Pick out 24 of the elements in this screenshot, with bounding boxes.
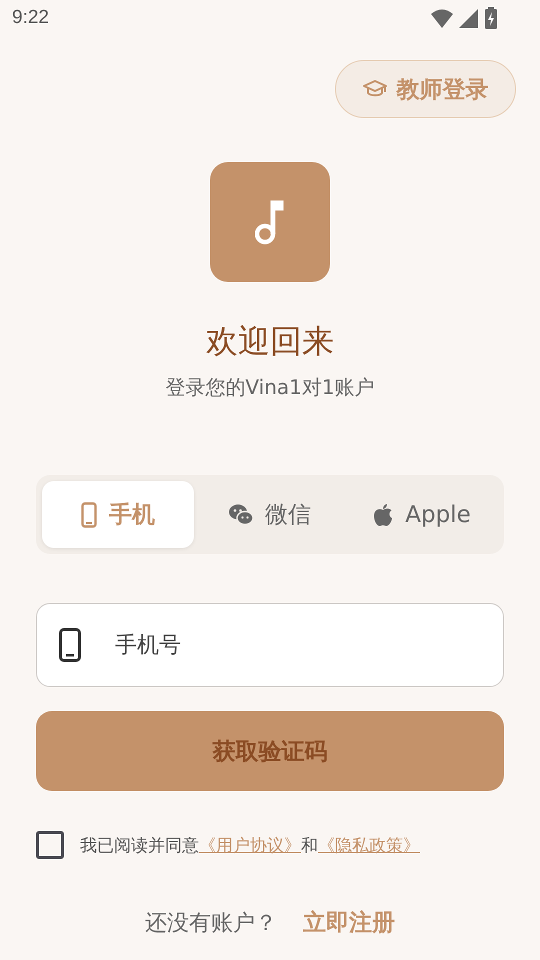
agreement-text: 我已阅读并同意《用户协议》和《隐私政策》 — [80, 834, 420, 856]
phone-icon — [59, 628, 81, 662]
welcome-title: 欢迎回来 — [206, 321, 334, 362]
apple-icon — [373, 504, 394, 526]
status-time: 9:22 — [12, 7, 49, 29]
teacher-login-button[interactable]: 教师登录 — [335, 60, 516, 118]
get-code-button[interactable]: 获取验证码 — [36, 711, 504, 791]
login-method-tab[interactable]: Apple — [346, 481, 498, 548]
music-note-icon — [255, 199, 285, 245]
login-method-tab[interactable]: 微信 — [194, 481, 346, 548]
battery-icon — [484, 7, 498, 29]
user-agreement-link[interactable]: 《用户协议》 — [199, 836, 301, 856]
graduation-cap-icon — [362, 79, 386, 99]
register-link[interactable]: 立即注册 — [303, 907, 395, 938]
agreement-checkbox[interactable] — [36, 831, 64, 859]
no-account-prompt: 还没有账户？ — [145, 910, 277, 938]
signal-icon — [459, 8, 478, 28]
phone-icon — [81, 502, 97, 528]
welcome-subtitle: 登录您的Vina1对1账户 — [165, 374, 375, 401]
phone-input-field[interactable]: 手机号 — [36, 603, 504, 687]
login-method-tab[interactable]: 手机 — [42, 481, 194, 548]
chat-bubbles-icon — [229, 504, 253, 526]
privacy-policy-link[interactable]: 《隐私政策》 — [318, 836, 420, 856]
wifi-icon — [431, 8, 453, 28]
